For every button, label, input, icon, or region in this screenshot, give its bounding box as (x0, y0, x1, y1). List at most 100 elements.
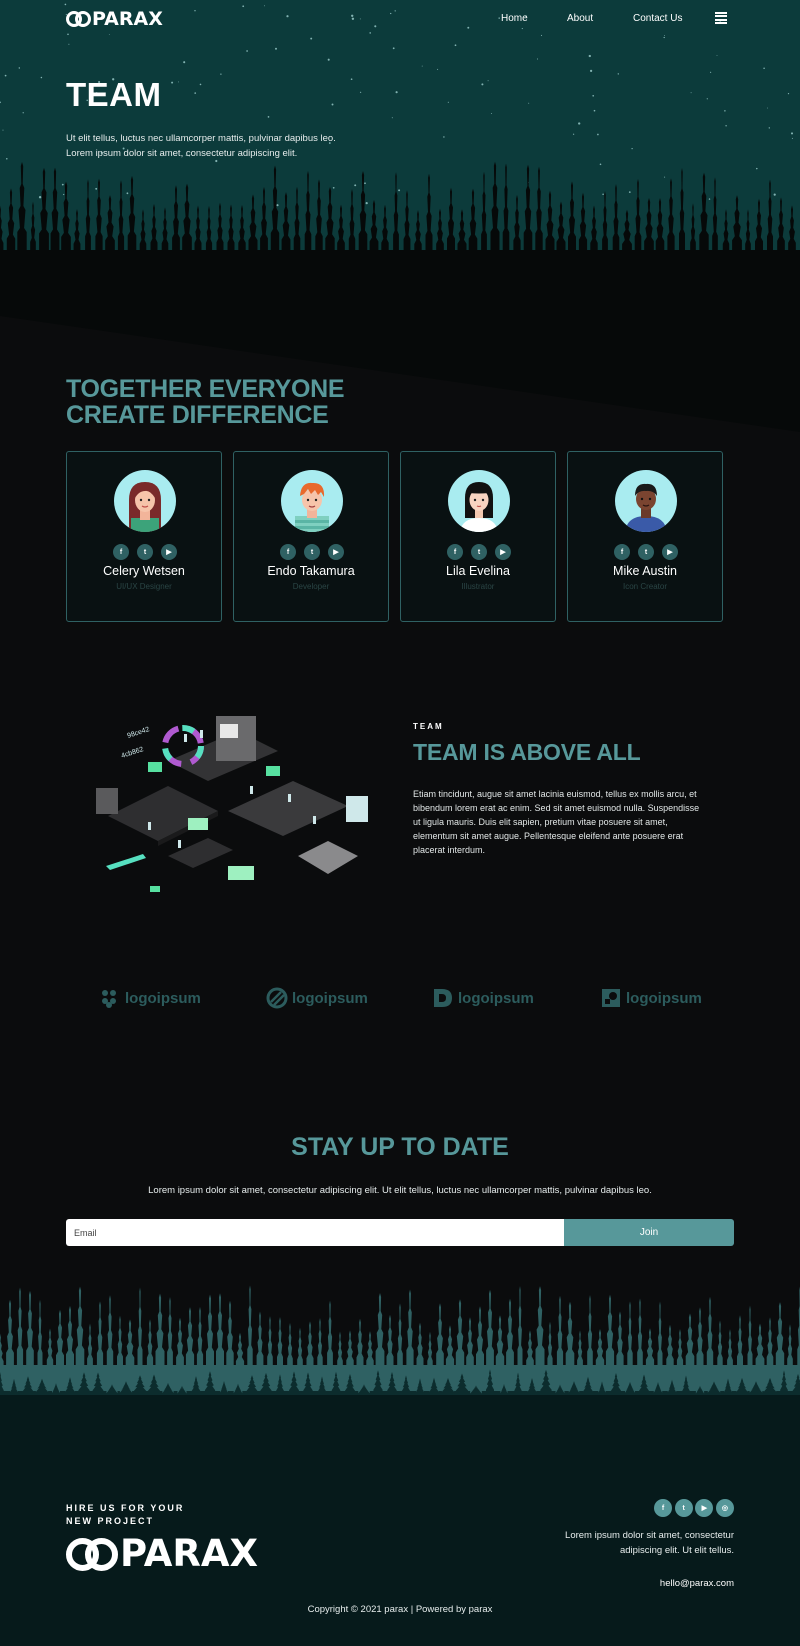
twitter-icon[interactable]: t (638, 544, 654, 560)
client-logo[interactable]: logoipsum (99, 983, 201, 1013)
footer-email-link[interactable]: hello@parax.com (540, 1578, 734, 1589)
dribbble-icon[interactable]: ◎ (715, 1499, 734, 1517)
star (354, 184, 357, 187)
client-logo[interactable]: logoipsum (432, 983, 534, 1013)
youtube-icon[interactable]: ▶ (161, 544, 177, 560)
team-card[interactable]: f t ▶ Mike Austin Icon Creator (567, 451, 723, 622)
member-role: Icon Creator (622, 582, 668, 591)
email-input[interactable] (66, 1219, 564, 1246)
youtube-icon[interactable]: ▶ (495, 544, 511, 560)
newsletter-title: STAY UP TO DATE (291, 1133, 509, 1161)
youtube-icon[interactable]: ▶ (662, 544, 678, 560)
star (763, 67, 765, 69)
twitter-icon[interactable]: t (471, 544, 487, 560)
facebook-icon[interactable]: f (280, 544, 296, 560)
client-logos: logoipsum logoipsum logoipsum logoipsum (0, 983, 800, 1013)
man-avatar-icon (295, 482, 329, 532)
star (199, 83, 202, 86)
team-heading: TOGETHER EVERYONE CREATE DIFFERENCE (66, 375, 345, 429)
copyright: Copyright © 2021 parax | Powered by para… (307, 1604, 493, 1615)
team-card[interactable]: f t ▶ Endo Takamura Developer (233, 451, 389, 622)
star (447, 101, 449, 103)
star (38, 196, 42, 199)
social-links: f t ▶ (113, 544, 177, 560)
illustration-color-label: 4cb862 (120, 746, 144, 760)
star (398, 189, 401, 192)
star (178, 81, 180, 83)
client-logo[interactable]: logoipsum (600, 983, 702, 1013)
facebook-icon[interactable]: f (113, 544, 129, 560)
client-logo[interactable]: logoipsum (266, 983, 368, 1013)
star (481, 83, 484, 86)
star (350, 78, 353, 81)
star (171, 81, 174, 84)
star (220, 73, 222, 75)
star (490, 113, 492, 114)
nav-about-link[interactable]: About (567, 13, 593, 24)
star (791, 137, 793, 139)
logo-rings-icon (66, 1536, 120, 1572)
footer-brand-name: PARAX (120, 1532, 259, 1575)
nav-home-link[interactable]: Home (501, 13, 528, 24)
team-heading-line2: CREATE DIFFERENCE (66, 401, 329, 429)
youtube-icon[interactable]: ▶ (695, 1499, 714, 1517)
star (578, 122, 581, 125)
star (589, 69, 593, 73)
star (602, 193, 604, 195)
team-card[interactable]: f t ▶ Celery Wetsen UI/UX Designer (66, 451, 222, 622)
star (443, 136, 445, 138)
star (628, 191, 631, 193)
star (706, 98, 708, 100)
star (631, 147, 633, 150)
star (392, 47, 395, 50)
newsletter-text: Lorem ipsum dolor sit amet, consectetur … (148, 1185, 652, 1196)
woman-avatar-icon (460, 482, 498, 532)
star (0, 101, 1, 104)
nav-contact-link[interactable]: Contact Us (633, 13, 682, 24)
hamburger-icon[interactable] (715, 12, 727, 24)
member-name: Endo Takamura (267, 564, 355, 578)
star (421, 65, 423, 67)
member-role: Illustrator (461, 582, 495, 591)
star (599, 163, 602, 166)
facebook-icon[interactable]: f (654, 1499, 672, 1517)
twitter-icon[interactable]: t (674, 1499, 693, 1517)
twitter-icon[interactable]: t (304, 544, 320, 560)
star (275, 47, 277, 50)
page-title: TEAM (66, 76, 162, 113)
team-card[interactable]: f t ▶ Lila Evelina Illustrator (400, 451, 556, 622)
member-role: UI/UX Designer (116, 582, 172, 591)
star (194, 92, 197, 94)
star (708, 198, 711, 200)
star (327, 58, 330, 61)
star (68, 43, 70, 45)
twitter-icon[interactable]: t (137, 544, 153, 560)
youtube-icon[interactable]: ▶ (328, 544, 344, 560)
member-name: Lila Evelina (446, 564, 510, 578)
star (725, 125, 727, 127)
illustration-color-label: 98ce42 (126, 726, 150, 740)
star (126, 192, 129, 195)
brand-logo[interactable]: PARAX (66, 9, 163, 29)
join-button[interactable]: Join (564, 1219, 734, 1246)
star (767, 107, 769, 109)
top-navigation: PARAX Home About Contact Us (0, 0, 800, 40)
star (2, 129, 4, 131)
star (246, 50, 248, 52)
client-logo-text: logoipsum (626, 989, 702, 1007)
woman-avatar-icon (129, 482, 161, 532)
star (617, 73, 619, 75)
facebook-icon[interactable]: f (614, 544, 630, 560)
team-heading-line1: TOGETHER EVERYONE (66, 375, 345, 403)
hero-section: PARAX Home About Contact Us TEAM Ut elit… (0, 0, 800, 440)
star (593, 109, 596, 112)
star (18, 67, 20, 69)
star (365, 201, 368, 205)
star (724, 110, 726, 112)
footer-logo[interactable]: PARAX (66, 1534, 258, 1574)
star (332, 186, 335, 189)
logo-rings-icon (66, 10, 92, 28)
star (395, 91, 398, 94)
star (756, 167, 758, 170)
facebook-icon[interactable]: f (447, 544, 463, 560)
